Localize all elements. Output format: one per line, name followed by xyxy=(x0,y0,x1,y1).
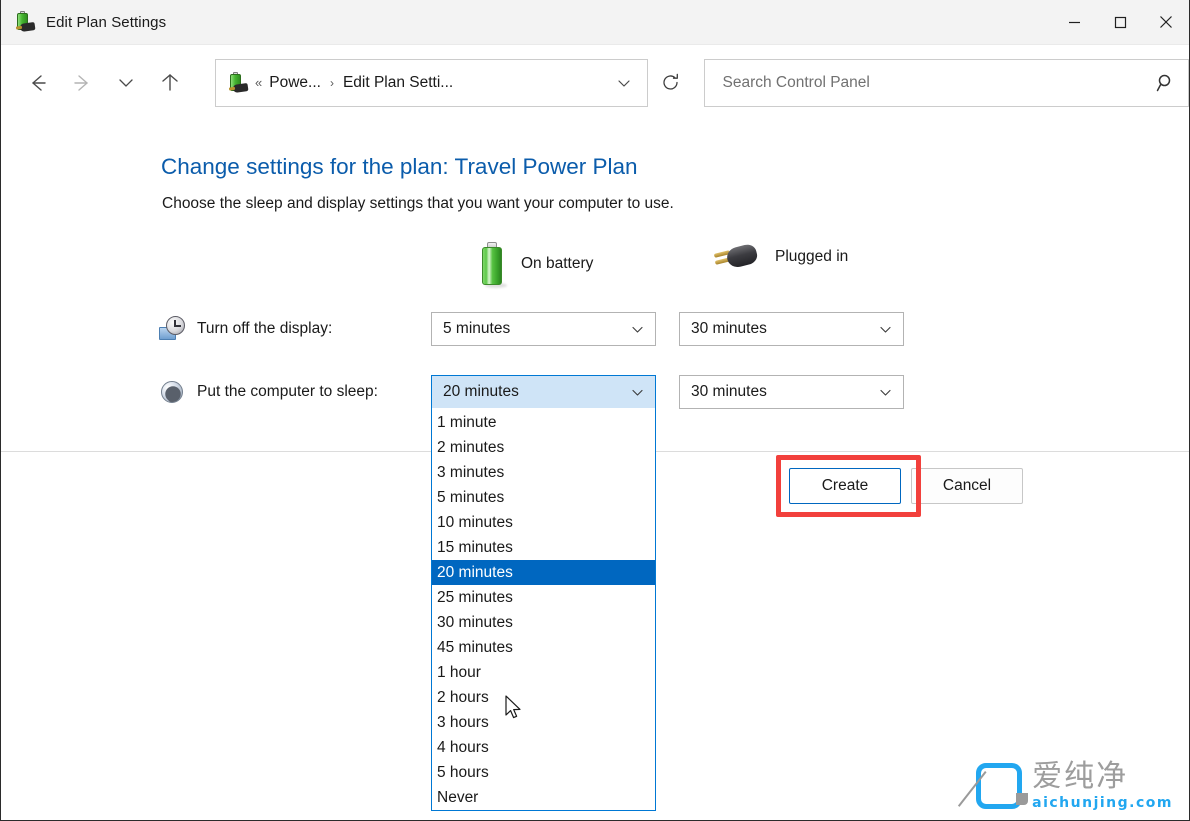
dropdown-option[interactable]: 25 minutes xyxy=(432,585,655,610)
forward-button[interactable] xyxy=(63,64,101,102)
watermark-text: 爱纯净 aichunjing.com xyxy=(1032,762,1173,810)
button-row: Create Cancel xyxy=(789,468,1023,504)
nav-button-group xyxy=(19,64,189,102)
column-header-on-battery: On battery xyxy=(479,242,593,286)
combo-sleep-on-battery[interactable]: 20 minutes xyxy=(431,375,656,409)
breadcrumb-item-edit-plan-settings[interactable]: Edit Plan Setti... xyxy=(343,74,453,92)
dropdown-option[interactable]: 1 minute xyxy=(432,410,655,435)
column-label-on-battery: On battery xyxy=(521,255,593,273)
setting-row-put-computer-to-sleep: Put the computer to sleep: xyxy=(159,375,378,409)
setting-label-turn-off-display: Turn off the display: xyxy=(197,320,332,338)
dropdown-option[interactable]: 45 minutes xyxy=(432,635,655,660)
watermark-domain: aichunjing.com xyxy=(1032,796,1173,810)
combo-turn-off-display-plugged-in[interactable]: 30 minutes xyxy=(679,312,904,346)
dropdown-option[interactable]: 1 hour xyxy=(432,660,655,685)
combo-value: 5 minutes xyxy=(443,320,630,338)
dropdown-option[interactable]: 20 minutes xyxy=(432,560,655,585)
combo-value: 30 minutes xyxy=(691,320,878,338)
combo-sleep-plugged-in[interactable]: 30 minutes xyxy=(679,375,904,409)
title-bar-left: Edit Plan Settings xyxy=(1,0,1051,44)
window-controls xyxy=(1051,0,1189,45)
dropdown-option[interactable]: 2 hours xyxy=(432,685,655,710)
watermark-chinese-name: 爱纯净 xyxy=(1032,762,1173,792)
address-chevron-down-icon[interactable] xyxy=(609,75,639,91)
breadcrumb-overflow[interactable]: « xyxy=(248,75,269,90)
watermark-logo-icon xyxy=(976,763,1022,809)
combo-value: 30 minutes xyxy=(691,383,878,401)
close-button[interactable] xyxy=(1143,0,1189,45)
dropdown-option[interactable]: 30 minutes xyxy=(432,610,655,635)
search-box[interactable] xyxy=(704,59,1190,107)
dropdown-option[interactable]: 3 minutes xyxy=(432,460,655,485)
sleep-moon-icon xyxy=(159,379,185,405)
dropdown-option[interactable]: 10 minutes xyxy=(432,510,655,535)
combo-turn-off-display-on-battery[interactable]: 5 minutes xyxy=(431,312,656,346)
dropdown-option[interactable]: 5 hours xyxy=(432,760,655,785)
title-bar: Edit Plan Settings xyxy=(1,0,1189,45)
address-power-plan-icon xyxy=(228,73,248,93)
dropdown-option[interactable]: 15 minutes xyxy=(432,535,655,560)
display-clock-icon xyxy=(159,316,185,342)
page-title: Change settings for the plan: Travel Pow… xyxy=(161,154,638,180)
breadcrumb-separator: › xyxy=(321,76,343,90)
power-plan-icon xyxy=(15,12,35,32)
search-icon[interactable] xyxy=(1156,73,1176,93)
setting-row-turn-off-display: Turn off the display: xyxy=(159,312,332,346)
chevron-down-icon xyxy=(878,322,893,337)
recent-locations-chevron-down-icon[interactable] xyxy=(107,64,145,102)
dropdown-option[interactable]: Never xyxy=(432,785,655,810)
page-subtitle: Choose the sleep and display settings th… xyxy=(162,195,674,213)
column-header-plugged-in: Plugged in xyxy=(713,242,848,272)
combo-value: 20 minutes xyxy=(443,383,630,401)
content-area: Change settings for the plan: Travel Pow… xyxy=(1,120,1189,820)
dropdown-option[interactable]: 5 minutes xyxy=(432,485,655,510)
setting-label-put-computer-to-sleep: Put the computer to sleep: xyxy=(197,383,378,401)
site-watermark: 爱纯净 aichunjing.com xyxy=(976,762,1173,810)
refresh-icon[interactable] xyxy=(648,59,694,107)
breadcrumb-item-power-options[interactable]: Powe... xyxy=(269,74,321,92)
create-button[interactable]: Create xyxy=(789,468,901,504)
chevron-down-icon xyxy=(878,385,893,400)
search-input[interactable] xyxy=(721,73,1157,93)
battery-icon xyxy=(479,242,505,286)
dropdown-option[interactable]: 2 minutes xyxy=(432,435,655,460)
dropdown-option[interactable]: 4 hours xyxy=(432,735,655,760)
maximize-button[interactable] xyxy=(1097,0,1143,45)
window-title: Edit Plan Settings xyxy=(46,14,166,31)
up-button[interactable] xyxy=(151,64,189,102)
back-button[interactable] xyxy=(19,64,57,102)
power-plug-icon xyxy=(713,242,759,272)
navigation-toolbar: « Powe... › Edit Plan Setti... xyxy=(1,46,1189,119)
cancel-button[interactable]: Cancel xyxy=(911,468,1023,504)
edit-plan-settings-window: Edit Plan Settings xyxy=(0,0,1190,821)
breadcrumb: « Powe... › Edit Plan Setti... xyxy=(248,74,609,92)
sleep-dropdown-list[interactable]: 1 minute2 minutes3 minutes5 minutes10 mi… xyxy=(431,408,656,811)
minimize-button[interactable] xyxy=(1051,0,1097,45)
address-bar[interactable]: « Powe... › Edit Plan Setti... xyxy=(215,59,648,107)
column-label-plugged-in: Plugged in xyxy=(775,248,848,266)
chevron-down-icon xyxy=(630,322,645,337)
dropdown-option[interactable]: 3 hours xyxy=(432,710,655,735)
chevron-down-icon xyxy=(630,385,645,400)
